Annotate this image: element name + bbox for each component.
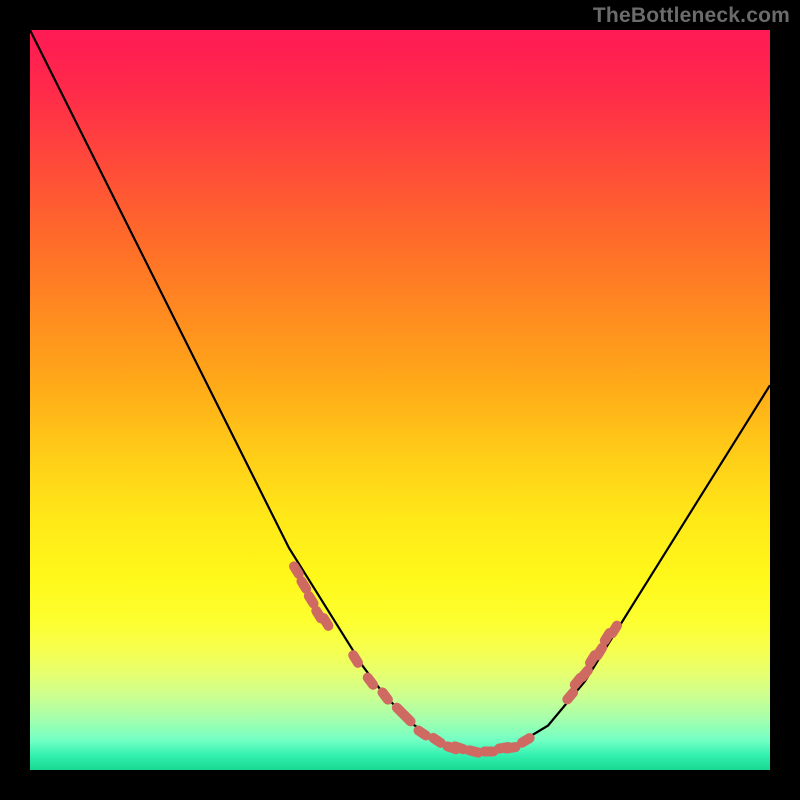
marker-point <box>516 732 536 749</box>
marker-point <box>361 671 379 691</box>
marker-group <box>288 560 623 758</box>
marker-point <box>398 709 417 728</box>
watermark-text: TheBottleneck.com <box>593 4 790 28</box>
chart-frame: TheBottleneck.com <box>0 0 800 800</box>
plot-area <box>30 30 770 770</box>
marker-point <box>347 649 364 669</box>
marker-point <box>376 686 394 706</box>
bottleneck-curve <box>30 30 770 752</box>
curve-svg <box>30 30 770 770</box>
